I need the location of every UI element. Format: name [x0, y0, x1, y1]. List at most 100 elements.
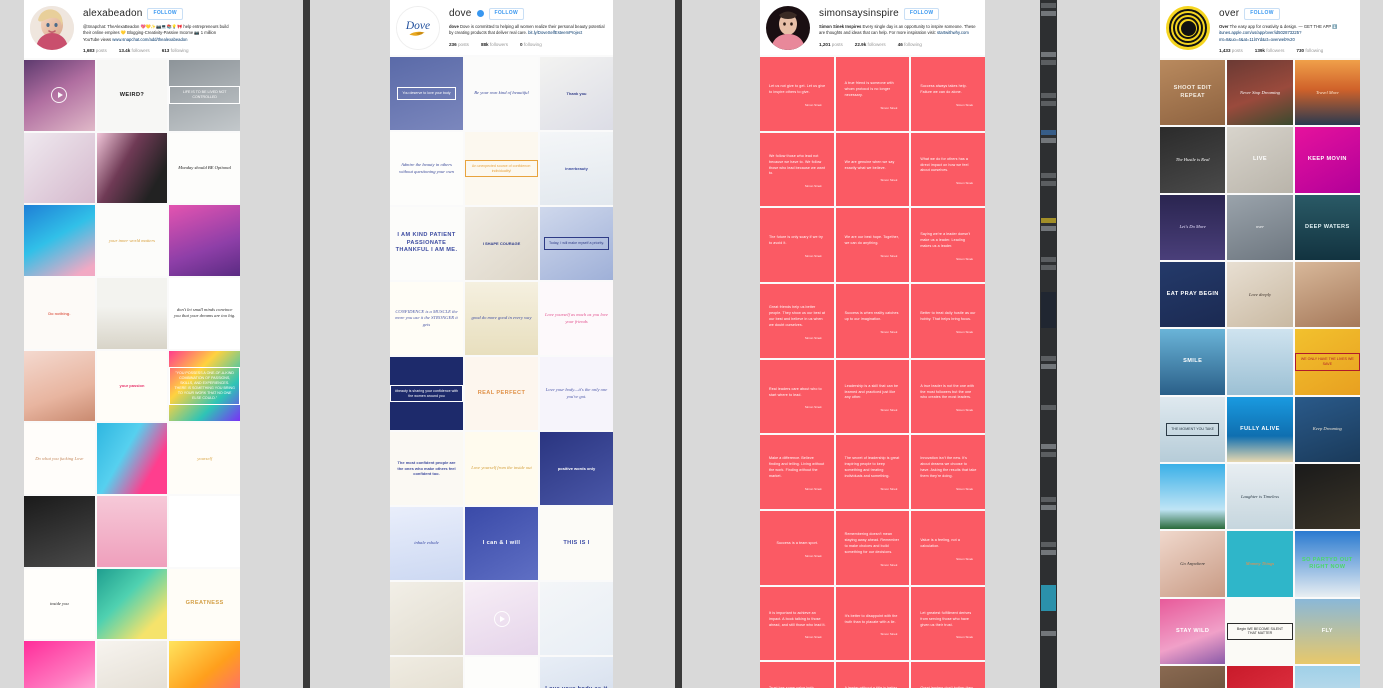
post-thumbnail[interactable]: Love your body—it's the only one you've … — [540, 357, 613, 430]
post-thumbnail[interactable] — [24, 132, 95, 204]
post-thumbnail[interactable]: Love yourself as much as you love your f… — [540, 282, 613, 355]
post-thumbnail[interactable]: Thank you — [540, 57, 613, 130]
post-thumbnail[interactable]: Leadership is a skill that can be learne… — [835, 359, 910, 434]
post-thumbnail[interactable] — [96, 278, 168, 349]
post-thumbnail[interactable]: FULLY ALIVE — [1227, 396, 1293, 463]
post-thumbnail[interactable]: RED — [1227, 666, 1293, 688]
follow-button[interactable]: Follow — [1244, 8, 1280, 20]
scrollbar-divider-1[interactable] — [303, 0, 310, 688]
post-thumbnail[interactable]: An unexpected source of confidence: indi… — [465, 132, 538, 205]
post-thumbnail[interactable] — [1294, 262, 1360, 328]
post-thumbnail[interactable] — [96, 423, 168, 495]
post-thumbnail[interactable]: WEIRD? — [96, 60, 168, 131]
post-thumbnail[interactable]: Love deeply — [1227, 262, 1293, 328]
post-thumbnail[interactable]: A true friend is someone with whom proto… — [835, 57, 910, 131]
follow-button[interactable]: Follow — [147, 8, 183, 20]
post-thumbnail[interactable]: Go Anywhere — [1160, 531, 1226, 597]
post-thumbnail[interactable]: SMILE — [1160, 329, 1226, 395]
post-thumbnail[interactable]: CONFIDENCE is a MUSCLE the more you use … — [390, 282, 463, 355]
post-thumbnail[interactable] — [96, 568, 168, 640]
profile-bio-link[interactable]: bit.ly/DoveSelfEsteemProject — [528, 30, 582, 35]
post-thumbnail[interactable]: Make a difference. Believe finding and t… — [760, 435, 834, 510]
post-thumbnail[interactable]: inside you — [24, 568, 95, 640]
post-thumbnail[interactable] — [1160, 464, 1226, 530]
profile-bio-link[interactable]: itunes.apple.com/us/app/over/id502873225… — [1219, 30, 1301, 42]
stat-following[interactable]: 613 following — [162, 48, 189, 53]
post-thumbnail[interactable]: SHOOT EDIT REPEAT — [1160, 60, 1226, 126]
stat-followers[interactable]: 22.9k followers — [855, 42, 886, 47]
post-thumbnail[interactable]: WE ONLY HAVE THE LIVES WE SAVE — [1294, 329, 1360, 395]
follow-button[interactable]: Follow — [903, 8, 940, 20]
stat-following[interactable]: 46 following — [898, 42, 922, 47]
post-thumbnail[interactable]: KEEP MOVIN — [1294, 127, 1360, 193]
post-thumbnail[interactable]: You deserve to love your body — [390, 57, 463, 130]
avatar[interactable]: Dove — [396, 6, 440, 50]
avatar[interactable] — [30, 6, 74, 50]
post-thumbnail[interactable]: A true leader is not the one with the mo… — [911, 359, 985, 434]
avatar[interactable] — [766, 6, 810, 50]
post-thumbnail[interactable]: Remembering doesn't mean staying away ah… — [835, 511, 910, 585]
post-thumbnail[interactable]: LIVE — [1227, 127, 1293, 193]
post-thumbnail[interactable]: #beauty is sharing your confidence with … — [390, 357, 463, 430]
post-thumbnail[interactable] — [390, 582, 463, 655]
post-thumbnail[interactable]: yourself — [169, 423, 240, 495]
post-thumbnail[interactable]: Success always takes help. Failure we ca… — [911, 57, 985, 131]
post-thumbnail[interactable] — [96, 132, 168, 204]
browser-pane-dove[interactable]: Dove dove Follow dove Dove is committed … — [390, 0, 613, 688]
post-thumbnail[interactable] — [390, 657, 463, 688]
post-thumbnail[interactable]: Mommy Things — [1227, 531, 1293, 597]
stat-followers[interactable]: 88k followers — [481, 42, 508, 47]
post-thumbnail[interactable] — [169, 496, 240, 567]
post-thumbnail[interactable]: Better to treat daily hustle as our hobb… — [911, 284, 985, 358]
post-thumbnail[interactable]: Innovation isn't the new. It's about dre… — [911, 435, 985, 510]
post-thumbnail[interactable] — [1294, 666, 1360, 688]
post-thumbnail[interactable] — [465, 582, 538, 655]
post-thumbnail[interactable]: Love yourself from the inside out — [465, 432, 538, 505]
post-thumbnail[interactable]: positive words only — [540, 432, 613, 505]
post-thumbnail[interactable]: We are our best hope. Together, we can d… — [835, 208, 910, 283]
post-thumbnail[interactable]: "YOU POSSESS A ONE-OF-A-KIND COMBINATION… — [169, 350, 240, 422]
post-thumbnail[interactable] — [24, 60, 95, 131]
post-thumbnail[interactable]: It's better to disappoint with the truth… — [835, 586, 910, 661]
follow-button[interactable]: Follow — [488, 8, 524, 20]
post-thumbnail[interactable]: The most confident people are the ones w… — [390, 432, 463, 505]
post-thumbnail[interactable]: good do more good in every way — [465, 282, 538, 355]
post-thumbnail[interactable]: Love your body as it is. Right now. Toda… — [540, 657, 613, 688]
post-thumbnail[interactable]: your inner world matters — [96, 205, 168, 277]
post-thumbnail[interactable]: EAT PRAY BEGIN — [1160, 262, 1226, 328]
post-thumbnail[interactable] — [24, 205, 95, 277]
post-thumbnail[interactable]: FLY — [1294, 598, 1360, 665]
post-thumbnail[interactable] — [24, 350, 95, 422]
post-thumbnail[interactable]: Do what you fucking Love — [24, 423, 95, 495]
background-window-sliver[interactable] — [1040, 0, 1057, 688]
profile-bio-link[interactable]: www.snapchat.com/add/thealexabeadon — [112, 37, 187, 42]
post-thumbnail[interactable]: Do nothing. — [24, 278, 95, 349]
stat-following[interactable]: 730 following — [1296, 48, 1323, 53]
post-thumbnail[interactable]: over — [1227, 194, 1293, 261]
post-thumbnail[interactable]: THE MOMENT YOU TAKE — [1160, 396, 1226, 463]
post-thumbnail[interactable]: The Hustle is Real — [1160, 127, 1226, 193]
post-thumbnail[interactable]: Success is a team sport. Simon Sinek — [760, 511, 834, 585]
browser-pane-alexabeadon[interactable]: alexabeadon Follow @Snapchat: TheAlexaBe… — [24, 0, 240, 688]
post-thumbnail[interactable]: THIS IS I — [540, 507, 613, 580]
post-thumbnail[interactable]: SO PARTYD OUT RIGHT NOW — [1294, 531, 1360, 597]
post-thumbnail[interactable]: REAL PERFECT — [465, 357, 538, 430]
post-thumbnail[interactable]: Let greatest fulfillment derives from se… — [911, 586, 985, 661]
post-thumbnail[interactable] — [1294, 464, 1360, 530]
post-thumbnail[interactable]: Saying we're a leader doesn't make us a … — [911, 208, 985, 283]
post-thumbnail[interactable] — [1227, 329, 1293, 395]
stat-followers[interactable]: 13.4k followers — [119, 48, 150, 53]
stat-following[interactable]: 0 following — [520, 42, 542, 47]
post-thumbnail[interactable]: Admire the beauty in others without ques… — [390, 132, 463, 205]
post-thumbnail[interactable]: Great friends help us better people. The… — [760, 284, 834, 358]
post-thumbnail[interactable] — [96, 496, 168, 567]
scrollbar-divider-2[interactable] — [675, 0, 682, 688]
post-thumbnail[interactable] — [169, 641, 240, 688]
avatar[interactable] — [1166, 6, 1210, 50]
post-thumbnail[interactable]: I SHAPE COURAGE — [465, 207, 538, 280]
post-thumbnail[interactable]: I AM KIND PATIENT PASSIONATE THANKFUL I … — [390, 207, 463, 280]
post-thumbnail[interactable]: Never Stop Dreaming — [1227, 60, 1293, 126]
post-thumbnail[interactable]: Trust has some value both parties feel t… — [760, 662, 834, 688]
post-thumbnail[interactable]: Let's Do More — [1160, 194, 1226, 261]
post-thumbnail[interactable]: Value is a feeling, not a calculation. Si… — [911, 511, 985, 585]
